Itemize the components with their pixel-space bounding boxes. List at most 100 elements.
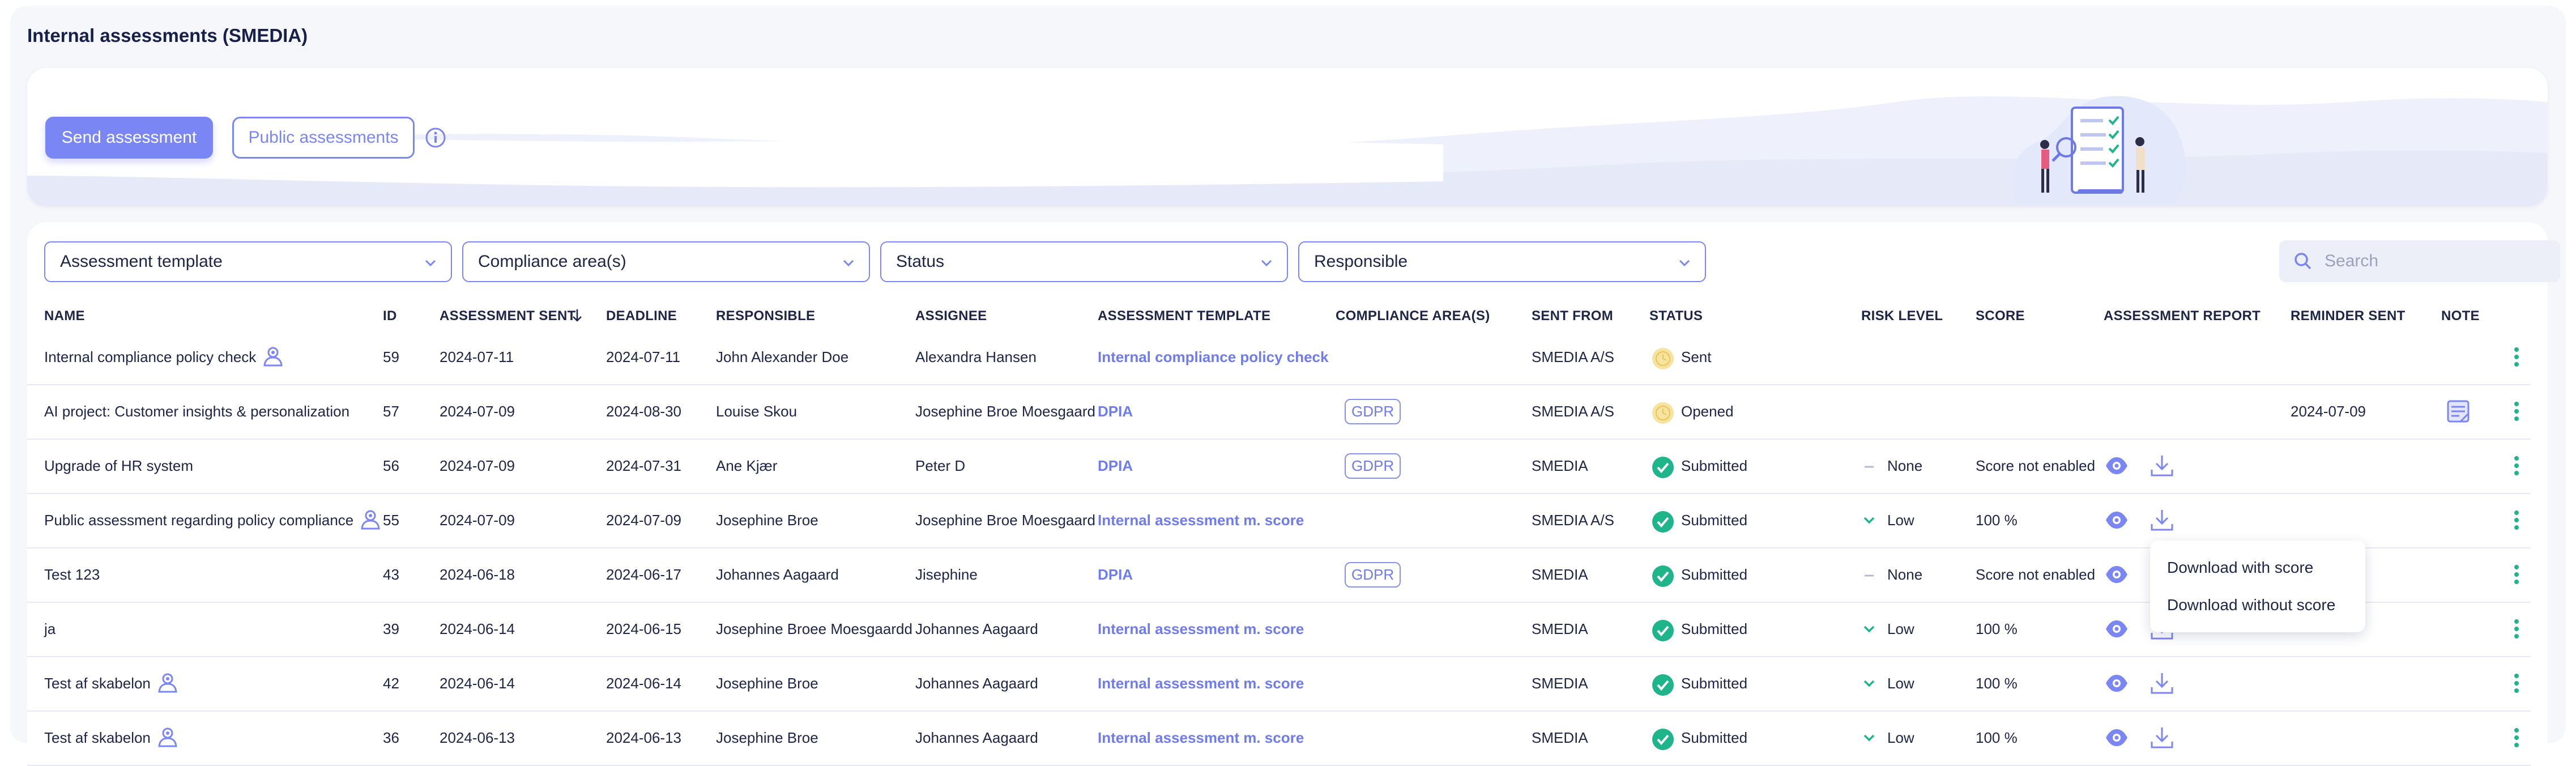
table-row[interactable]: AI project: Customer insights & personal…: [27, 384, 2531, 440]
status-cell: Opened: [1652, 384, 1734, 439]
view-report-eye-icon[interactable]: [2104, 453, 2130, 479]
public-assessments-button[interactable]: Public assessments: [232, 117, 415, 159]
download-without-score-option[interactable]: Download without score: [2167, 596, 2335, 614]
table-row[interactable]: Test af skabelon 36 2024-06-13 2024-06-13 Jo…: [27, 710, 2531, 766]
sent-from-cell: SMEDIA: [1532, 602, 1588, 656]
row-menu-kebab-icon[interactable]: [2513, 400, 2520, 423]
submitted-status-icon: [1652, 729, 1674, 750]
submitted-status-icon: [1652, 565, 1674, 587]
row-menu-kebab-icon[interactable]: [2513, 672, 2520, 695]
compliance-area-filter[interactable]: Compliance area(s): [462, 241, 870, 282]
table-row[interactable]: Public assessment regarding policy compl…: [27, 493, 2531, 548]
download-report-menu: Download with score Download without sco…: [2150, 541, 2365, 632]
column-header-responsible: RESPONSIBLE: [716, 308, 816, 324]
view-report-eye-icon[interactable]: [2104, 616, 2130, 642]
risk-level-label: Low: [1887, 674, 1914, 692]
template-link[interactable]: Internal compliance policy check: [1098, 348, 1328, 366]
template-link[interactable]: DPIA: [1098, 566, 1133, 584]
download-with-score-option[interactable]: Download with score: [2167, 559, 2313, 577]
download-report-icon[interactable]: [2149, 453, 2175, 479]
name-cell: Test 123: [44, 547, 100, 602]
sent-cell: 2024-06-14: [440, 602, 515, 656]
view-report-eye-icon[interactable]: [2104, 670, 2130, 696]
column-header-assessment-sent[interactable]: ASSESSMENT SENT: [440, 308, 576, 324]
table-row[interactable]: Internal compliance policy check 59 2024-0…: [27, 330, 2531, 385]
view-report-eye-icon[interactable]: [2104, 507, 2130, 533]
responsible-filter[interactable]: Responsible: [1298, 241, 1706, 282]
assessment-sent-date: 2024-07-09: [440, 457, 515, 474]
note-icon[interactable]: [2446, 399, 2471, 424]
chevron-down-icon: [1261, 259, 1272, 267]
sort-arrow-down-icon[interactable]: [571, 308, 583, 323]
download-report-icon[interactable]: [2149, 507, 2175, 533]
submitted-status-icon: [1652, 620, 1674, 641]
view-report-eye-icon[interactable]: [2104, 561, 2130, 588]
send-assessment-button[interactable]: Send assessment: [45, 117, 213, 159]
template-link[interactable]: Internal assessment m. score: [1098, 675, 1304, 692]
deadline-date: 2024-07-09: [606, 511, 681, 529]
column-header-sent-from: SENT FROM: [1532, 308, 1614, 324]
sent-from-company: SMEDIA: [1532, 457, 1588, 474]
assignee-cell: Johannes Aagaard: [915, 656, 1038, 710]
sent-from-company: SMEDIA A/S: [1532, 402, 1614, 420]
row-menu-kebab-icon[interactable]: [2513, 454, 2520, 477]
sent-from-cell: SMEDIA: [1532, 710, 1588, 765]
pending-status-icon: [1652, 348, 1674, 369]
deadline-cell: 2024-06-17: [606, 547, 681, 602]
assignee-cell: Johannes Aagaard: [915, 602, 1038, 656]
column-header-id: ID: [383, 308, 397, 324]
table-row[interactable]: Upgrade of HR system 56 2024-07-09 2024-07-…: [27, 439, 2531, 494]
deadline-cell: 2024-08-30: [606, 384, 681, 439]
download-report-icon[interactable]: [2149, 670, 2175, 696]
template-link[interactable]: Internal assessment m. score: [1098, 512, 1304, 529]
search-input[interactable]: [2323, 251, 2552, 271]
status-filter[interactable]: Status: [880, 241, 1288, 282]
sent-from-company: SMEDIA: [1532, 729, 1588, 746]
template-cell: Internal compliance policy check: [1098, 330, 1328, 384]
reminder-sent-date: 2024-07-09: [2291, 402, 2366, 420]
column-header-risk-level: RISK LEVEL: [1861, 308, 1943, 324]
id-cell: 59: [383, 330, 399, 384]
template-link[interactable]: Internal assessment m. score: [1098, 729, 1304, 747]
row-menu-kebab-icon[interactable]: [2513, 346, 2520, 368]
template-cell: DPIA: [1098, 547, 1133, 602]
info-icon[interactable]: [425, 127, 446, 148]
sent-cell: 2024-07-09: [440, 384, 515, 439]
assessment-name: Internal compliance policy check: [44, 348, 257, 365]
deadline-date: 2024-06-14: [606, 674, 681, 692]
assessment-sent-date: 2024-07-11: [440, 348, 514, 365]
risk-level-label: Low: [1887, 511, 1914, 529]
template-link[interactable]: DPIA: [1098, 403, 1133, 420]
id-cell: 43: [383, 547, 399, 602]
search-box[interactable]: [2279, 240, 2560, 282]
status-cell: Sent: [1652, 330, 1712, 384]
assessment-sent-date: 2024-06-18: [440, 565, 515, 583]
sent-cell: 2024-06-14: [440, 656, 515, 710]
sent-from-cell: SMEDIA: [1532, 547, 1588, 602]
assessment-id: 56: [383, 457, 399, 474]
assessment-name: ja: [44, 620, 56, 637]
deadline-cell: 2024-06-13: [606, 710, 681, 765]
template-link[interactable]: DPIA: [1098, 457, 1133, 475]
table-row[interactable]: Test af skabelon 42 2024-06-14 2024-06-14 Jo…: [27, 656, 2531, 712]
column-header-reminder-sent: REMINDER SENT: [2291, 308, 2406, 324]
download-report-icon[interactable]: [2149, 725, 2175, 751]
public-user-icon: [158, 727, 177, 747]
status-label: Submitted: [1681, 729, 1748, 746]
score-cell: Score not enabled: [1976, 439, 2095, 493]
view-report-eye-icon[interactable]: [2104, 725, 2130, 751]
compliance-area-filter-label: Compliance area(s): [478, 252, 626, 271]
assignee-name: Johannes Aagaard: [915, 674, 1038, 692]
row-menu-kebab-icon[interactable]: [2513, 726, 2520, 749]
sent-cell: 2024-06-18: [440, 547, 515, 602]
assessment-template-filter[interactable]: Assessment template: [44, 241, 452, 282]
column-header-assignee: ASSIGNEE: [915, 308, 987, 324]
row-menu-kebab-icon[interactable]: [2513, 509, 2520, 531]
assessment-template-filter-label: Assessment template: [60, 252, 223, 271]
compliance-cell: GDPR: [1345, 439, 1401, 493]
row-menu-kebab-icon[interactable]: [2513, 563, 2520, 586]
assignee-cell: Josephine Broe Moesgaard: [915, 493, 1095, 547]
template-link[interactable]: Internal assessment m. score: [1098, 620, 1304, 638]
row-menu-kebab-icon[interactable]: [2513, 618, 2520, 640]
responsible-cell: Josephine Broe: [716, 656, 818, 710]
